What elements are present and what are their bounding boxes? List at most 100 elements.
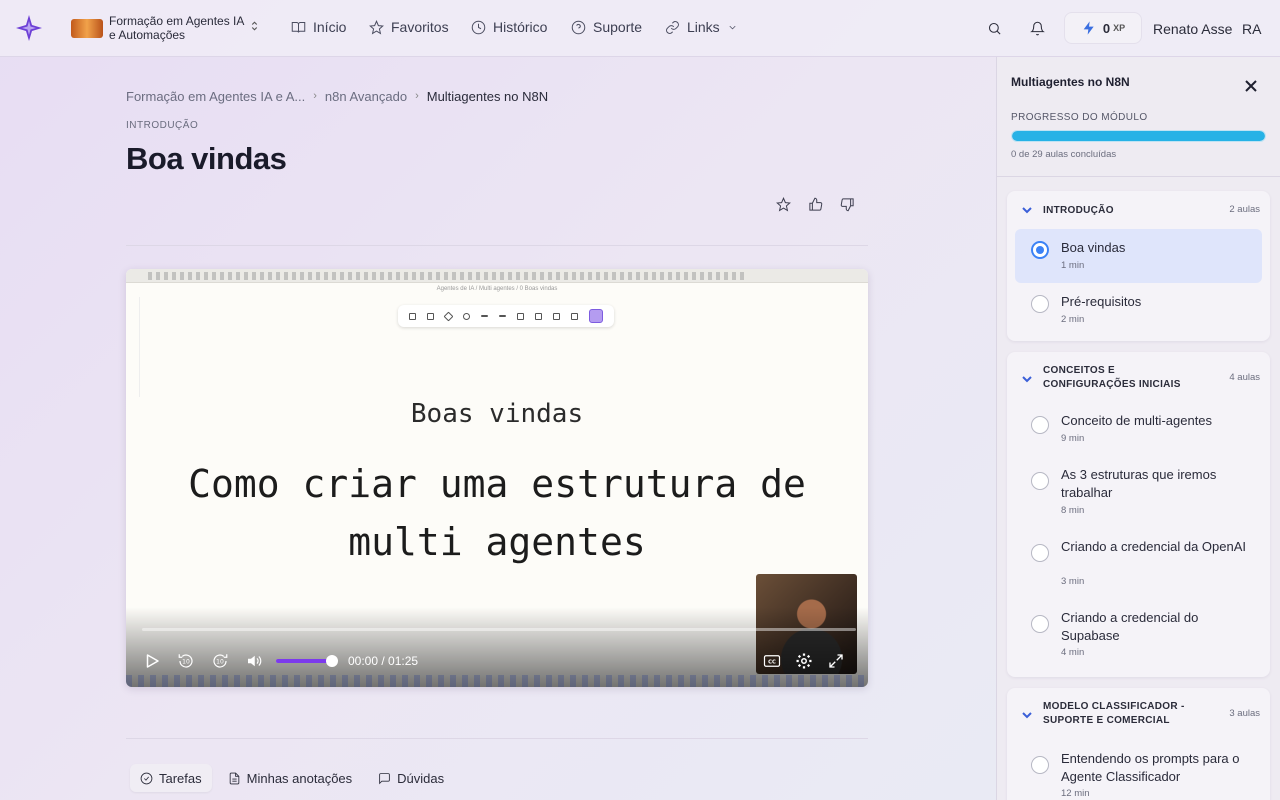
message-icon [379, 772, 390, 784]
lesson-item[interactable]: Boa vindas 1 min [1015, 229, 1262, 283]
forward-10-button[interactable]: 10 [208, 649, 232, 673]
tab-minhas-anotacoes[interactable]: Minhas anotações [218, 764, 363, 792]
module-card: INTRODUÇÃO 2 aulas Boa vindas 1 min Pré-… [1007, 191, 1270, 341]
module-card: MODELO CLASSIFICADOR - SUPORTE E COMERCI… [1007, 688, 1270, 800]
nav-label: Links [687, 19, 720, 35]
module-lesson-count: 4 aulas [1229, 372, 1260, 383]
tab-label: Minhas anotações [246, 770, 353, 786]
lesson-item[interactable]: Criando a credencial do Supabase 4 min [1015, 601, 1262, 667]
module-progress-label: PROGRESSO DO MÓDULO [1011, 112, 1148, 123]
video-time: 00:00 / 01:25 [348, 654, 419, 668]
rewind-10-icon: 10 [178, 654, 193, 668]
lesson-title: Criando a credencial do Supabase [1061, 610, 1199, 643]
link-icon [666, 20, 679, 34]
volume-icon [248, 655, 262, 667]
lesson-item[interactable]: Entendendo os prompts para o Agente Clas… [1015, 742, 1262, 800]
module-header[interactable]: INTRODUÇÃO 2 aulas [1007, 191, 1270, 227]
nav-label: Início [313, 19, 347, 35]
breadcrumb-item[interactable]: Formação em Agentes IA e A... [126, 89, 305, 104]
lesson-duration: 4 min [1061, 647, 1085, 658]
chevron-right-icon: › [415, 90, 419, 102]
nav-favoritos[interactable]: Favoritos [369, 19, 449, 35]
chevron-down-icon [1021, 372, 1033, 384]
nav-links[interactable]: Links [665, 19, 738, 35]
gear-icon [796, 653, 812, 669]
chevron-updown-icon [250, 19, 259, 37]
video-player[interactable]: Agentes de IA / Multi agentes / 0 Boas v… [126, 269, 868, 687]
lesson-status-radio [1031, 295, 1049, 313]
module-panel: Multiagentes no N8N PROGRESSO DO MÓDULO … [996, 57, 1280, 800]
file-text-icon [229, 772, 239, 784]
lesson-status-radio [1031, 472, 1049, 490]
svg-text:CC: CC [768, 659, 776, 665]
video-browser-titlebar [126, 269, 868, 283]
chevron-down-icon [1021, 708, 1033, 720]
dislike-button[interactable] [838, 195, 856, 213]
nav-label: Histórico [493, 19, 548, 35]
fullscreen-icon [829, 654, 843, 668]
module-title: INTRODUÇÃO [1043, 205, 1114, 216]
lesson-duration: 3 min [1061, 576, 1085, 587]
check-circle-icon [140, 772, 153, 784]
video-url-text: Agentes de IA / Multi agentes / 0 Boas v… [436, 286, 558, 292]
volume-slider-handle[interactable] [326, 655, 338, 667]
lesson-item[interactable]: Conceito de multi-agentes 9 min [1015, 404, 1262, 452]
lesson-item[interactable]: Pré-requisitos 2 min [1015, 283, 1262, 337]
xp-value: 0 [1102, 20, 1111, 36]
search-icon [988, 22, 1001, 35]
lesson-duration: 12 min [1061, 788, 1090, 799]
settings-button[interactable] [792, 649, 816, 673]
captions-button[interactable]: CC [760, 649, 784, 673]
module-header[interactable]: CONCEITOS E CONFIGURAÇÕES INICIAIS 4 aul… [1007, 352, 1270, 396]
lesson-tabs: Tarefas Minhas anotações Dúvidas [130, 764, 454, 792]
close-panel-button[interactable] [1241, 76, 1261, 96]
lesson-section-label: INTRODUÇÃO [126, 120, 199, 131]
play-button[interactable] [140, 649, 164, 673]
breadcrumb-item[interactable]: n8n Avançado [325, 89, 407, 104]
lesson-status-radio [1031, 416, 1049, 434]
tab-tarefas[interactable]: Tarefas [130, 764, 212, 792]
nav-suporte[interactable]: Suporte [571, 19, 642, 35]
favorite-button[interactable] [774, 195, 792, 213]
tab-duvidas[interactable]: Dúvidas [368, 764, 454, 792]
lesson-item[interactable]: As 3 estruturas que iremos trabalhar 8 m… [1015, 458, 1262, 524]
module-title: MODELO CLASSIFICADOR - SUPORTE E COMERCI… [1043, 701, 1185, 726]
divider [126, 245, 868, 246]
lesson-actions [774, 195, 856, 213]
video-drawing-toolbar [398, 305, 614, 327]
fullscreen-button[interactable] [824, 649, 848, 673]
nav-historico[interactable]: Histórico [471, 19, 547, 35]
module-header[interactable]: MODELO CLASSIFICADOR - SUPORTE E COMERCI… [1007, 688, 1270, 732]
module-progress-bar [1011, 130, 1266, 142]
svg-text:10: 10 [216, 659, 224, 666]
star-icon [775, 196, 791, 211]
lightning-icon [1083, 21, 1094, 35]
volume-button[interactable] [242, 649, 266, 673]
like-button[interactable] [806, 195, 824, 213]
nav-label: Suporte [593, 19, 643, 35]
divider [126, 738, 868, 739]
course-name: Formação em Agentes IA e Automações [109, 14, 244, 42]
course-switcher[interactable]: Formação em Agentes IA e Automações [71, 14, 259, 42]
chevron-down-icon [729, 25, 736, 29]
lesson-title: Conceito de multi-agentes [1061, 413, 1213, 428]
user-name[interactable]: Renato Asse [1153, 21, 1232, 37]
volume-slider[interactable] [276, 655, 338, 667]
lesson-status-radio [1031, 544, 1049, 562]
lesson-item[interactable]: Criando a credencial da OpenAI 3 min [1015, 530, 1262, 596]
bell-icon [1029, 21, 1045, 35]
xp-badge[interactable]: 0 XP [1064, 12, 1142, 44]
nav-inicio[interactable]: Início [291, 19, 346, 35]
top-navigation: Formação em Agentes IA e Automações Iníc… [0, 0, 1280, 57]
notifications-button[interactable] [1027, 18, 1047, 38]
video-progress-bar[interactable] [142, 628, 856, 631]
video-left-toolbar [126, 297, 140, 397]
avatar[interactable]: RA [1242, 21, 1261, 37]
rewind-10-button[interactable]: 10 [174, 649, 198, 673]
lesson-title: Pré-requisitos [1061, 294, 1142, 309]
breadcrumb-current: Multiagentes no N8N [426, 89, 549, 104]
tab-label: Dúvidas [397, 770, 445, 786]
star-icon [369, 19, 384, 34]
search-button[interactable] [984, 18, 1004, 38]
app-logo-icon[interactable] [14, 13, 44, 43]
